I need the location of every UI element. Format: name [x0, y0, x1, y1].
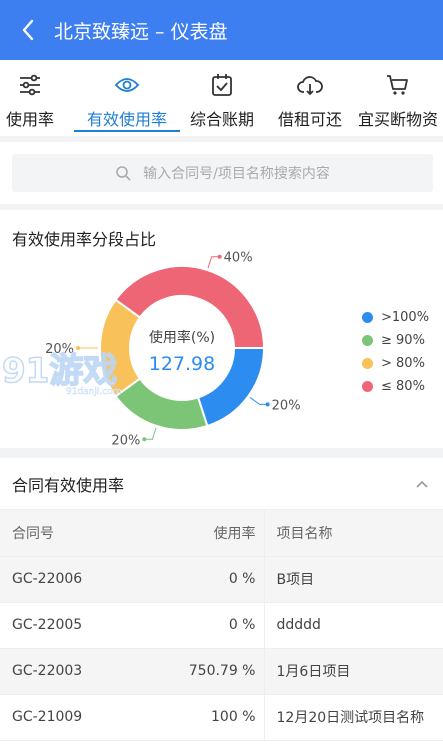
- tab-label: 有效使用率: [86, 110, 167, 129]
- label-leader-line: [207, 256, 220, 269]
- tab-label: 综合账期: [189, 110, 254, 129]
- chart-card: 有效使用率分段占比 20% 20% 20% 40% 使用率(%) 127.98 >100%…: [0, 210, 443, 448]
- legend-item[interactable]: ≤ 80%: [362, 375, 429, 398]
- tab-label: 使用率: [5, 110, 54, 129]
- chart-legend: >100% ≥ 90% > 80% ≤ 80%: [362, 306, 429, 398]
- legend-dot: [362, 381, 373, 392]
- table-section-header[interactable]: 合同有效使用率: [0, 458, 443, 510]
- cart-icon: [386, 72, 410, 98]
- project-name-cell: B项目: [263, 556, 443, 603]
- project-name-cell: 1月6日项目: [263, 648, 443, 695]
- label-dot: [265, 402, 270, 407]
- tab-comprehensive-account-period[interactable]: 综合账期: [182, 60, 262, 136]
- sliders-icon: [18, 72, 42, 98]
- watermark-text: 91游戏: [2, 351, 117, 391]
- legend-label: > 80%: [381, 356, 425, 371]
- tab-label: 宜买断物资: [357, 110, 438, 129]
- legend-dot: [362, 312, 373, 323]
- chevron-left-icon: [22, 19, 34, 41]
- contract-id-cell: GC-22003: [0, 648, 144, 695]
- legend-item[interactable]: ≥ 90%: [362, 329, 429, 352]
- search-placeholder: 输入合同号/项目名称搜索内容: [143, 166, 330, 182]
- legend-dot: [362, 335, 373, 346]
- center-label: 使用率(%): [149, 329, 215, 346]
- usage-rate-cell: 100 %: [144, 694, 264, 741]
- search-section: 输入合同号/项目名称搜索内容: [0, 142, 443, 204]
- watermark-logo: 91游戏 91danji.com: [1, 350, 121, 397]
- tab-effective-usage-rate[interactable]: 有效使用率: [72, 60, 182, 136]
- search-input[interactable]: 输入合同号/项目名称搜索内容: [12, 154, 433, 192]
- column-header[interactable]: 合同号: [0, 510, 144, 557]
- calendar-check-icon: [211, 72, 233, 98]
- label-leader-line: [144, 427, 157, 440]
- app-header: 北京致臻远 – 仪表盘: [0, 0, 443, 60]
- contract-id-cell: GC-22006: [0, 556, 144, 603]
- back-button[interactable]: [8, 0, 48, 60]
- table-row[interactable]: GC-22003 750.79 % 1月6日项目: [0, 648, 443, 695]
- tab-buyout-materials[interactable]: 宜买断物资: [354, 60, 442, 136]
- contract-table: 合同号 使用率 项目名称 GC-22006 0 % B项目 GC-22005 0…: [0, 510, 443, 741]
- legend-item[interactable]: >100%: [362, 306, 429, 329]
- legend-label: >100%: [381, 310, 430, 325]
- center-value: 127.98: [149, 353, 215, 375]
- column-header[interactable]: 项目名称: [263, 510, 443, 557]
- page-title: 北京致臻远 – 仪表盘: [54, 20, 228, 43]
- legend-label: ≤ 80%: [381, 379, 425, 394]
- cloud-download-icon: [297, 72, 323, 98]
- project-name-cell: 12月20日测试项目名称: [263, 694, 443, 741]
- slice-data-label: 40%: [224, 251, 253, 266]
- contract-id-cell: GC-22005: [0, 602, 144, 649]
- slice-data-label: 20%: [111, 433, 140, 448]
- legend-label: ≥ 90%: [381, 333, 425, 348]
- usage-rate-cell: 0 %: [144, 556, 264, 603]
- table-row[interactable]: GC-21009 100 % 12月20日测试项目名称: [0, 694, 443, 741]
- table-row[interactable]: GC-22005 0 % ddddd: [0, 602, 443, 649]
- contract-table-card: 合同有效使用率 合同号 使用率 项目名称 GC-22006 0 % B项目 GC…: [0, 458, 443, 748]
- table-row[interactable]: GC-22006 0 % B项目: [0, 556, 443, 603]
- label-dot: [217, 254, 222, 259]
- slice-data-label: 20%: [272, 398, 301, 413]
- watermark-sub: 91danji.com: [66, 387, 121, 397]
- table-header-row: 合同号 使用率 项目名称: [0, 510, 443, 557]
- tab-lease-returnable[interactable]: 借租可还: [270, 60, 350, 136]
- legend-dot: [362, 358, 373, 369]
- project-name-cell: ddddd: [263, 602, 443, 649]
- contract-id-cell: GC-21009: [0, 694, 144, 741]
- usage-rate-cell: 0 %: [144, 602, 264, 649]
- search-icon: [116, 166, 131, 181]
- legend-item[interactable]: > 80%: [362, 352, 429, 375]
- chevron-up-icon[interactable]: [415, 479, 429, 489]
- column-header[interactable]: 使用率: [144, 510, 264, 557]
- label-leader-line: [249, 396, 268, 405]
- label-dot: [142, 437, 147, 442]
- table-title: 合同有效使用率: [12, 475, 125, 495]
- tab-bar: 使用率 有效使用率 综合账期 借租可还 宜买断物资: [0, 60, 443, 136]
- tab-usage-rate[interactable]: 使用率: [0, 60, 60, 136]
- tab-label: 借租可还: [277, 110, 342, 129]
- usage-rate-cell: 750.79 %: [144, 648, 264, 695]
- eye-icon: [114, 72, 140, 98]
